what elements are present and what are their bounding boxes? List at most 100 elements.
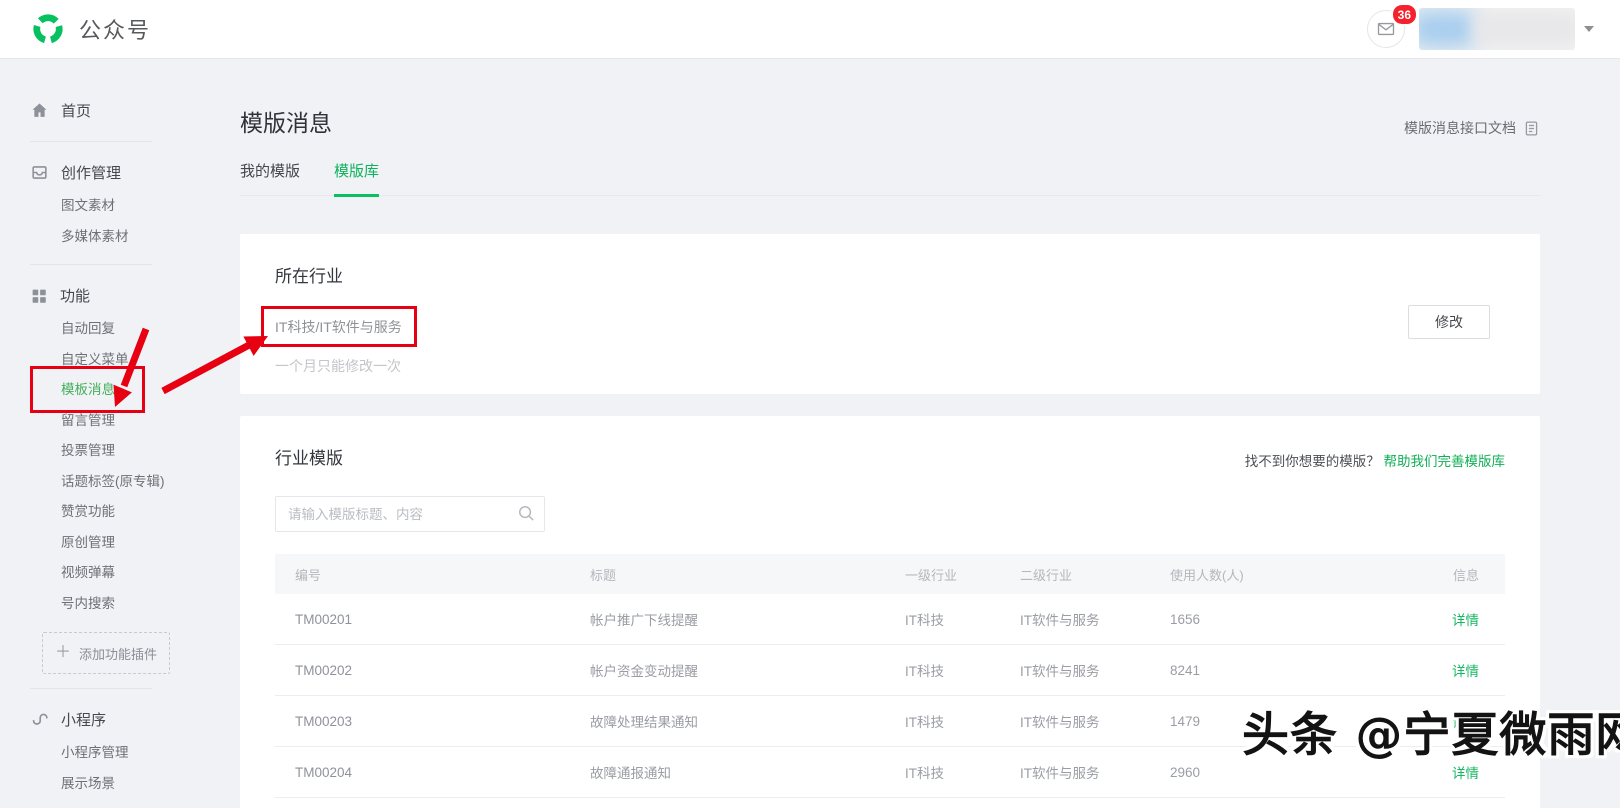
sidebar-item-label: 图文素材: [61, 198, 115, 213]
sidebar-item-label: 号内搜索: [61, 595, 115, 611]
col-header-industry1: 一级行业: [905, 567, 958, 583]
detail-link[interactable]: 详情: [1380, 609, 1505, 629]
sidebar-item-label: 首页: [61, 103, 92, 120]
sidebar-item-miniprogram-manage[interactable]: 小程序管理: [30, 738, 191, 769]
detail-link[interactable]: 详情: [1380, 762, 1505, 782]
template-industry1: IT科技: [905, 715, 944, 730]
industry-value: IT科技/IT软件与服务: [261, 306, 417, 347]
template-industry1: IT科技: [905, 664, 944, 679]
table-row: TM00201 帐户推广下线提醒 IT科技 IT软件与服务 1656 详情: [275, 594, 1505, 645]
top-bar: 公众号 36: [0, 0, 1620, 59]
logo-text: 公众号: [79, 18, 152, 43]
grid-icon: [32, 289, 46, 303]
tab-template-library[interactable]: 模版库: [334, 160, 380, 197]
page-header: 模版消息 模版消息接口文档 我的模版 模版库: [240, 58, 1540, 197]
sidebar-item-display-scene[interactable]: 展示场景: [30, 769, 191, 800]
sidebar-section-label: 创作管理: [61, 165, 122, 182]
template-users: 2960: [1170, 764, 1201, 780]
user-account-blurred[interactable]: [1419, 8, 1575, 50]
template-code: TM00202: [295, 662, 353, 678]
sidebar-item-template-message[interactable]: 模板消息: [30, 366, 191, 413]
logo[interactable]: 公众号: [30, 11, 151, 47]
sidebar-item-comment-manage[interactable]: 留言管理: [30, 406, 191, 437]
sidebar-item-label: 留言管理: [61, 412, 115, 428]
col-header-code: 编号: [295, 567, 322, 583]
add-plugin-button[interactable]: ＋ 添加功能插件: [42, 632, 170, 674]
template-industry1: IT科技: [905, 766, 944, 781]
sidebar-item-home[interactable]: 首页: [30, 92, 212, 129]
sidebar-item-label: 多媒体素材: [61, 228, 129, 244]
template-title: 帐户推广下线提醒: [590, 613, 698, 628]
col-header-info: 信息: [1452, 567, 1479, 583]
mail-badge[interactable]: 36: [1390, 3, 1418, 26]
topbar-right: 36: [1367, 3, 1594, 50]
wechat-official-account-admin: 公众号 36 首页 创作管理 图文素材 多媒体素材 功能 自动回复 自定义菜单 …: [0, 0, 1620, 808]
sidebar-item-video-danmu[interactable]: 视频弹幕: [30, 558, 191, 589]
blurred-username: [1474, 12, 1575, 46]
modify-button[interactable]: 修改: [1408, 305, 1490, 339]
industry-card: 所在行业 IT科技/IT软件与服务 一个月只能修改一次 修改: [240, 234, 1540, 394]
sidebar-item-original-manage[interactable]: 原创管理: [30, 528, 191, 559]
sidebar-section-label: 功能: [60, 288, 91, 305]
blurred-avatar: [1419, 10, 1477, 48]
template-title: 故障通报通知: [590, 766, 671, 781]
add-plugin-label: 添加功能插件: [79, 646, 158, 662]
template-industry2: IT软件与服务: [1020, 715, 1100, 730]
template-industry2: IT软件与服务: [1020, 766, 1100, 781]
sidebar-item-article-material[interactable]: 图文素材: [30, 191, 191, 222]
template-code: TM00204: [295, 764, 353, 780]
wechat-official-logo-icon: [33, 14, 63, 44]
industry-note: 一个月只能修改一次: [275, 358, 401, 374]
search-icon[interactable]: [517, 504, 536, 523]
divider: [30, 141, 152, 142]
industry-heading: 所在行业: [275, 267, 343, 286]
sidebar-section-miniprogram[interactable]: 小程序: [30, 701, 212, 738]
page-title: 模版消息: [240, 110, 332, 136]
sidebar-item-label: 自定义菜单: [61, 351, 129, 367]
sidebar-item-reward[interactable]: 赞赏功能: [30, 497, 191, 528]
sidebar-section-function[interactable]: 功能: [30, 277, 212, 314]
search-input[interactable]: [275, 496, 545, 532]
sidebar-item-label: 自动回复: [61, 321, 115, 336]
dropdown-caret-icon[interactable]: [1584, 26, 1594, 32]
home-icon: [32, 103, 47, 117]
template-code: TM00203: [295, 713, 353, 729]
template-industry1: IT科技: [905, 613, 944, 628]
sidebar-item-label: 话题标签(原专辑): [61, 473, 165, 489]
sidebar-item-label: 展示场景: [61, 775, 115, 791]
help-question: 找不到你想要的模版？: [1244, 454, 1380, 469]
miniprogram-icon: [32, 713, 48, 725]
table-row: TM00202 帐户资金变动提醒 IT科技 IT软件与服务 8241 详情: [275, 645, 1505, 696]
sidebar-item-label: 原创管理: [61, 534, 115, 550]
template-title: 帐户资金变动提醒: [590, 664, 698, 679]
sidebar-item-custom-menu[interactable]: 自定义菜单: [30, 345, 191, 376]
sidebar-item-label: 视频弹幕: [61, 565, 115, 580]
doc-link-label: 模版消息接口文档: [1404, 120, 1516, 136]
sidebar-item-label: 投票管理: [61, 443, 115, 458]
sidebar-item-vote-manage[interactable]: 投票管理: [30, 436, 191, 467]
sidebar-item-label: 模板消息: [61, 382, 115, 397]
sidebar-item-auto-reply[interactable]: 自动回复: [30, 314, 191, 345]
template-users: 8241: [1170, 662, 1201, 678]
detail-link[interactable]: 详情: [1380, 660, 1505, 680]
template-industry2: IT软件与服务: [1020, 613, 1100, 628]
template-industry2: IT软件与服务: [1020, 664, 1100, 679]
sidebar-item-media-material[interactable]: 多媒体素材: [30, 222, 191, 253]
col-header-industry2: 二级行业: [1020, 567, 1073, 583]
template-api-doc-link[interactable]: 模版消息接口文档: [1404, 118, 1540, 138]
sidebar-item-account-search[interactable]: 号内搜索: [30, 589, 191, 620]
library-heading: 行业模版: [275, 449, 343, 468]
improve-library-link[interactable]: 帮助我们完善模版库: [1384, 454, 1506, 469]
table-header-row: 编号 标题 一级行业 二级行业 使用人数(人) 信息: [275, 554, 1505, 594]
sidebar-item-label: 小程序管理: [61, 745, 129, 760]
divider: [30, 688, 152, 689]
col-header-users: 使用人数(人): [1170, 567, 1244, 583]
annotation-red-box: [261, 306, 417, 347]
sidebar-section-label: 小程序: [61, 712, 107, 729]
sidebar-section-creation[interactable]: 创作管理: [30, 154, 212, 191]
col-header-title: 标题: [590, 567, 617, 583]
sidebar-item-topic-tag[interactable]: 话题标签(原专辑): [30, 467, 191, 498]
template-title: 故障处理结果通知: [590, 715, 698, 730]
tab-my-templates[interactable]: 我的模版: [240, 160, 300, 195]
document-icon: [1525, 120, 1538, 136]
